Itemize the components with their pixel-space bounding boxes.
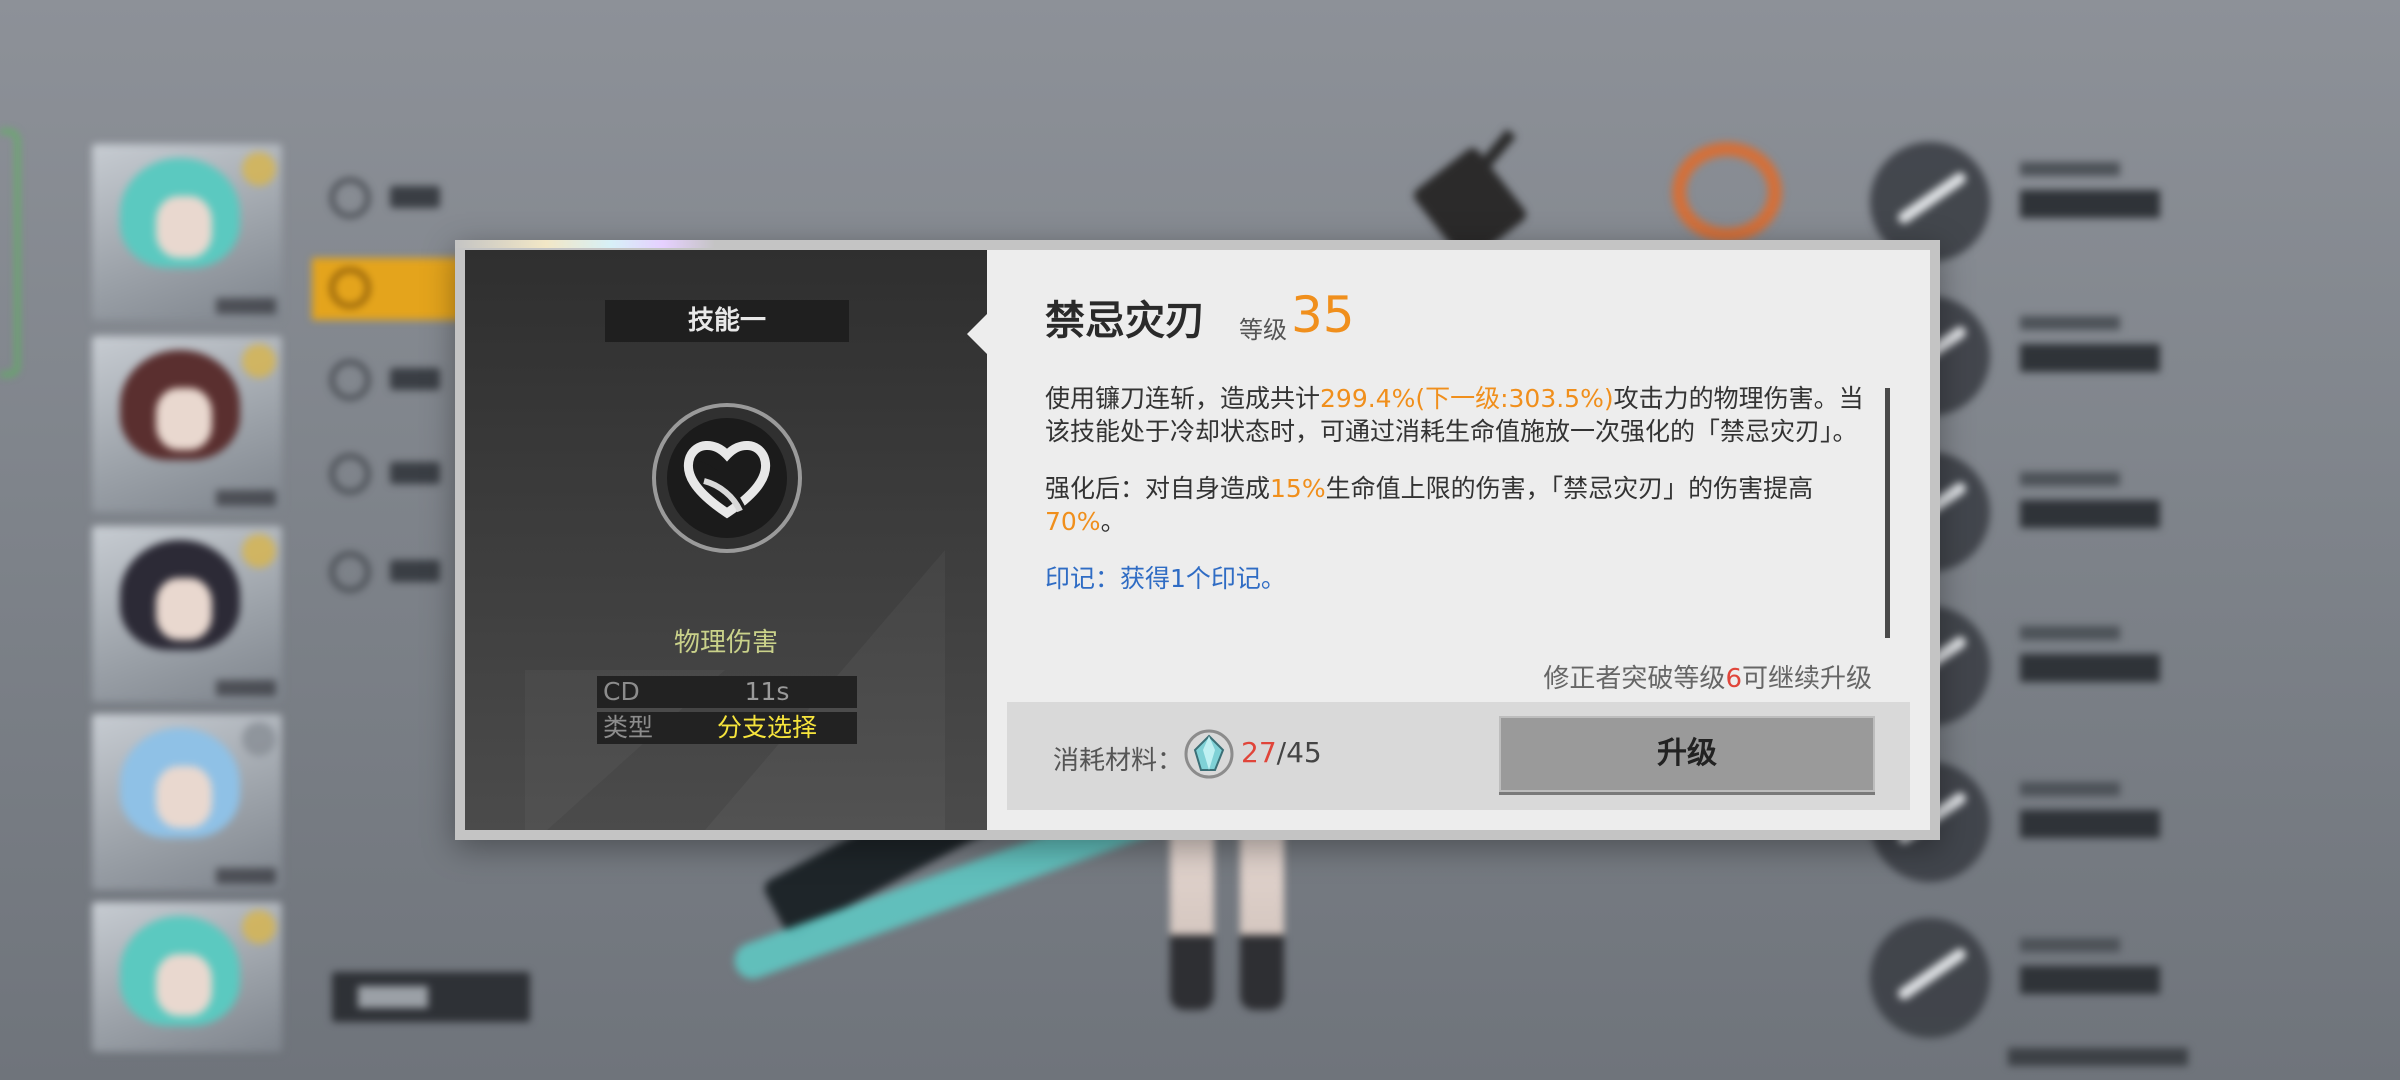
menu-item-3[interactable]: [330, 354, 450, 404]
button-label: [358, 986, 428, 1008]
portrait-face: [156, 766, 212, 828]
damage-type: 物理伤害: [673, 628, 778, 658]
rank-badge-icon: [242, 344, 276, 378]
skill-item-caption: [2020, 472, 2120, 486]
level-label: 等级: [1239, 316, 1287, 344]
attributes-icon: [330, 178, 370, 218]
desc-highlight: 299.4%(下一级:303.5%): [1320, 384, 1614, 413]
level-value: 35: [1291, 286, 1355, 344]
upgrade-requirement-note: 修正者突破等级6可继续升级: [1543, 658, 1872, 695]
menu-item-5[interactable]: [330, 546, 450, 596]
skill-item-name: [2020, 190, 2160, 218]
dialog-highlight: [455, 240, 715, 248]
skill-item-name: [2020, 810, 2160, 838]
portrait-level: [216, 490, 276, 506]
rank-badge-icon: [242, 722, 276, 756]
cost-label: 消耗材料：: [1053, 746, 1184, 776]
skill-list-item-6[interactable]: [1870, 918, 2170, 1038]
description-paragraph: 使用镰刀连斩，造成共计299.4%(下一级:303.5%)攻击力的物理伤害。当该…: [1045, 382, 1885, 448]
menu-item-label: [390, 368, 440, 390]
skill-item-caption: [2020, 938, 2120, 952]
material-count: 27/45: [1241, 736, 1322, 769]
description-scrollbar[interactable]: [1885, 388, 1890, 638]
note-text: 可继续升级: [1741, 664, 1872, 694]
skill-item-name: [2020, 500, 2160, 528]
character-portrait-5[interactable]: [92, 902, 282, 1052]
emblem-icon: [1672, 142, 1782, 242]
portrait-face: [156, 196, 212, 258]
portrait-level: [216, 680, 276, 696]
portrait-face: [156, 578, 212, 640]
desc-highlight: 70%: [1045, 507, 1101, 536]
desc-text: 生命值上限的伤害，「禁忌灾刃」的伤害提高: [1325, 474, 1814, 503]
mark-description: 印记：获得1个印记。: [1045, 564, 1286, 593]
upgrade-button[interactable]: 升级: [1499, 716, 1875, 792]
panel-pointer: [967, 314, 987, 354]
skills-icon: [330, 268, 370, 308]
skill-item-caption: [2020, 626, 2120, 640]
description-paragraph: 强化后：对自身造成15%生命值上限的伤害，「禁忌灾刃」的伤害提高 70%。: [1045, 472, 1885, 538]
portrait-level: [216, 298, 276, 314]
rank-badge-icon: [242, 152, 276, 186]
desc-text: 强化后：对自身造成: [1045, 474, 1271, 503]
portrait-level: [216, 868, 276, 884]
skill-detail-dialog: 技能一 物理伤害 CD 11s 类型 分支选择 禁忌灾刃 等级 35 使用镰刀连…: [455, 240, 1940, 840]
material-crystal-icon: [1184, 729, 1234, 779]
character-portrait-2[interactable]: [92, 336, 282, 512]
material-required: 45: [1286, 736, 1322, 769]
skill-description[interactable]: 使用镰刀连斩，造成共计299.4%(下一级:303.5%)攻击力的物理伤害。当该…: [1045, 382, 1885, 637]
stat-value: 11s: [744, 677, 790, 706]
skill-emblem: [683, 441, 771, 519]
material-separator: /: [1276, 736, 1287, 769]
footer-caption: [2008, 1048, 2188, 1066]
stat-value: 分支选择: [716, 713, 817, 742]
menu-icon: [330, 360, 370, 400]
menu-item-attributes[interactable]: [330, 172, 450, 222]
character-portrait-4[interactable]: [92, 714, 282, 890]
note-text: 修正者突破等级: [1543, 664, 1726, 694]
stat-row-cd: CD 11s: [597, 676, 857, 708]
leg-shape: [1170, 820, 1214, 1010]
character-legs: [1160, 820, 1310, 1020]
rank-badge-icon: [242, 910, 276, 944]
stat-key: 类型: [603, 713, 654, 742]
portrait-face: [156, 388, 212, 450]
skill-detail-panel: 禁忌灾刃 等级 35 使用镰刀连斩，造成共计299.4%(下一级:303.5%)…: [967, 250, 1930, 830]
skill-item-caption: [2020, 316, 2120, 330]
cost-bar: 消耗材料： 27/45 升级: [1007, 702, 1910, 810]
character-portrait-3[interactable]: [92, 526, 282, 702]
stat-key: CD: [603, 677, 640, 706]
skill-icon: [1870, 918, 1990, 1038]
desc-text: 。: [1100, 507, 1126, 536]
material-owned: 27: [1241, 736, 1277, 769]
scythe-heart-icon: [652, 403, 802, 553]
edge-indicator: [0, 130, 19, 376]
stat-row-type: 类型 分支选择: [597, 712, 857, 744]
menu-item-label: [390, 186, 440, 208]
portrait-face: [156, 954, 212, 1016]
character-portrait-1[interactable]: [92, 144, 282, 320]
skill-item-caption: [2020, 782, 2120, 796]
menu-item-skills-active[interactable]: [312, 258, 462, 320]
skill-item-name: [2020, 966, 2160, 994]
menu-icon: [330, 454, 370, 494]
menu-icon: [330, 552, 370, 592]
skill-item-caption: [2020, 162, 2120, 176]
desc-highlight: 15%: [1270, 474, 1326, 503]
filter-all-button[interactable]: [332, 972, 530, 1022]
menu-item-4[interactable]: [330, 448, 450, 498]
desc-text: 使用镰刀连斩，造成共计: [1045, 384, 1321, 413]
skill-name: 禁忌灾刃: [1045, 298, 1205, 344]
menu-item-label: [390, 462, 440, 484]
skill-item-name: [2020, 344, 2160, 372]
menu-item-label: [390, 560, 440, 582]
skill-item-name: [2020, 654, 2160, 682]
skill-summary-panel: 技能一 物理伤害 CD 11s 类型 分支选择: [465, 250, 987, 830]
note-required-level: 6: [1725, 664, 1742, 694]
skill-slot-label: 技能一: [605, 300, 849, 342]
leg-shape: [1240, 820, 1284, 1010]
rank-badge-icon: [242, 534, 276, 568]
